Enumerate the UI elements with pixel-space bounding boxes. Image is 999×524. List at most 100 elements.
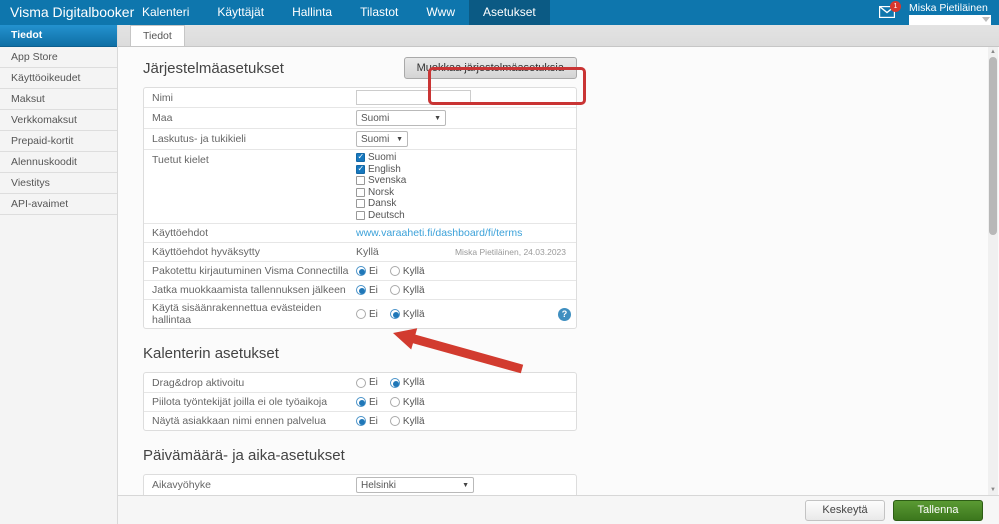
edit-system-settings-button[interactable]: Muokkaa järjestelmäasetuksia bbox=[404, 57, 577, 79]
main-content: Tiedot JärjestelmäasetuksetMuokkaa järje… bbox=[118, 25, 999, 524]
sidebar-item-api-avaimet[interactable]: API-avaimet bbox=[0, 194, 117, 215]
checkbox-icon bbox=[356, 153, 365, 162]
checkbox-dansk[interactable]: Dansk bbox=[356, 198, 406, 210]
select-value: Suomi bbox=[361, 113, 389, 124]
sidebar-item-alennuskoodit[interactable]: Alennuskoodit bbox=[0, 152, 117, 173]
nav-item-tilastot[interactable]: Tilastot bbox=[346, 0, 412, 25]
chevron-down-icon: ▼ bbox=[462, 482, 469, 489]
radio-label: Kyllä bbox=[403, 377, 425, 388]
checkbox-icon bbox=[356, 176, 365, 185]
checkbox-suomi[interactable]: Suomi bbox=[356, 152, 406, 164]
checkbox-deutsch[interactable]: Deutsch bbox=[356, 210, 406, 222]
row-label: Aikavyöhyke bbox=[152, 479, 356, 491]
user-name[interactable]: Miska Pietiläinen bbox=[909, 0, 988, 14]
radio-icon bbox=[390, 266, 400, 276]
radio-option-kyllä[interactable]: Kyllä bbox=[390, 377, 425, 388]
radio-option-kyllä[interactable]: Kyllä bbox=[390, 266, 425, 277]
row-label: Käyttöehdot hyväksytty bbox=[152, 246, 356, 258]
settings-scroll-area: JärjestelmäasetuksetMuokkaa järjestelmäa… bbox=[118, 47, 999, 495]
value-text: Kyllä bbox=[356, 246, 379, 258]
radio-icon bbox=[390, 285, 400, 295]
scroll-up-arrow[interactable]: ▲ bbox=[988, 47, 998, 57]
sidebar-item-prepaid-kortit[interactable]: Prepaid-kortit bbox=[0, 131, 117, 152]
settings-row: Näytä asiakkaan nimi ennen palveluaEiKyl… bbox=[144, 411, 576, 430]
radio-option-ei[interactable]: Ei bbox=[356, 377, 378, 388]
radio-option-kyllä[interactable]: Kyllä bbox=[390, 309, 425, 320]
footer-bar: Keskeytä Tallenna bbox=[118, 495, 999, 524]
tab-strip: Tiedot bbox=[118, 25, 999, 47]
radio-option-ei[interactable]: Ei bbox=[356, 416, 378, 427]
checkbox-label: Dansk bbox=[368, 198, 396, 209]
row-label: Tuetut kielet bbox=[152, 152, 356, 166]
radio-icon bbox=[356, 397, 366, 407]
checkbox-label: Norsk bbox=[368, 187, 394, 198]
checkbox-group: SuomiEnglishSvenskaNorskDanskDeutsch bbox=[356, 152, 406, 221]
settings-group: AikavyöhykeHelsinki▼Päivämäärän muotopp … bbox=[143, 474, 577, 495]
settings-group: NimiMaaSuomi▼Laskutus- ja tukikieliSuomi… bbox=[143, 87, 577, 329]
settings-row: Nimi bbox=[144, 88, 576, 107]
radio-option-kyllä[interactable]: Kyllä bbox=[390, 416, 425, 427]
radio-label: Kyllä bbox=[403, 416, 425, 427]
section-title: Päivämäärä- ja aika-asetukset bbox=[143, 447, 345, 464]
nav-item-hallinta[interactable]: Hallinta bbox=[278, 0, 346, 25]
row-label: Laskutus- ja tukikieli bbox=[152, 133, 356, 145]
cancel-button[interactable]: Keskeytä bbox=[805, 500, 885, 521]
checkbox-norsk[interactable]: Norsk bbox=[356, 187, 406, 199]
settings-row: Drag&drop aktivoituEi Kyllä bbox=[144, 373, 576, 392]
radio-option-ei[interactable]: Ei bbox=[356, 397, 378, 408]
select-aikavy-hyke[interactable]: Helsinki ▼ bbox=[356, 477, 474, 493]
nav-item-kalenteri[interactable]: Kalenteri bbox=[128, 0, 203, 25]
top-navigation-bar: Visma Digitalbooker KalenteriKäyttäjätHa… bbox=[0, 0, 999, 25]
sidebar-item-tiedot[interactable]: Tiedot bbox=[0, 25, 117, 47]
tab-tiedot[interactable]: Tiedot bbox=[130, 25, 185, 46]
sidebar-item-k-ytt-oikeudet[interactable]: Käyttöoikeudet bbox=[0, 68, 117, 89]
radio-label: Kyllä bbox=[403, 285, 425, 296]
nav-item-käyttäjät[interactable]: Käyttäjät bbox=[203, 0, 278, 25]
checkbox-svenska[interactable]: Svenska bbox=[356, 175, 406, 187]
main-nav: KalenteriKäyttäjätHallintaTilastotWwwAse… bbox=[128, 0, 550, 25]
scrollbar-thumb[interactable] bbox=[989, 57, 997, 235]
section-title: Kalenterin asetukset bbox=[143, 345, 279, 362]
checkbox-icon bbox=[356, 199, 365, 208]
sidebar-item-maksut[interactable]: Maksut bbox=[0, 89, 117, 110]
checkbox-label: Svenska bbox=[368, 175, 406, 186]
radio-label: Kyllä bbox=[403, 266, 425, 277]
radio-option-ei[interactable]: Ei bbox=[356, 266, 378, 277]
help-icon[interactable]: ? bbox=[558, 308, 571, 321]
checkbox-label: Suomi bbox=[368, 152, 396, 163]
radio-option-kyllä[interactable]: Kyllä bbox=[390, 397, 425, 408]
chevron-down-icon: ▼ bbox=[396, 136, 403, 143]
nav-item-www[interactable]: Www bbox=[412, 0, 469, 25]
checkbox-label: English bbox=[368, 164, 401, 175]
save-button[interactable]: Tallenna bbox=[893, 500, 983, 521]
sidebar-item-viestitys[interactable]: Viestitys bbox=[0, 173, 117, 194]
radio-option-kyllä[interactable]: Kyllä bbox=[390, 285, 425, 296]
row-label: Drag&drop aktivoitu bbox=[152, 377, 356, 389]
checkbox-english[interactable]: English bbox=[356, 164, 406, 176]
select-laskutus-ja-tukikieli[interactable]: Suomi▼ bbox=[356, 131, 408, 147]
select-value: Helsinki bbox=[361, 480, 396, 491]
radio-label: Ei bbox=[369, 397, 378, 408]
radio-option-ei[interactable]: Ei bbox=[356, 309, 378, 320]
terms-link[interactable]: www.varaaheti.fi/dashboard/fi/terms bbox=[356, 227, 522, 239]
scroll-down-arrow[interactable]: ▼ bbox=[988, 485, 998, 495]
settings-row: Tuetut kieletSuomiEnglishSvenskaNorskDan… bbox=[144, 149, 576, 223]
radio-option-ei[interactable]: Ei bbox=[356, 285, 378, 296]
nav-item-asetukset[interactable]: Asetukset bbox=[469, 0, 550, 25]
mail-button[interactable]: 1 bbox=[879, 5, 895, 23]
radio-label: Kyllä bbox=[403, 309, 425, 320]
app-logo: Visma Digitalbooker bbox=[0, 0, 128, 25]
settings-row: Laskutus- ja tukikieliSuomi▼ bbox=[144, 128, 576, 149]
topbar-right: 1 Miska Pietiläinen bbox=[879, 0, 999, 25]
sidebar-item-verkkomaksut[interactable]: Verkkomaksut bbox=[0, 110, 117, 131]
radio-icon bbox=[356, 285, 366, 295]
radio-icon bbox=[390, 378, 400, 388]
text-input-nimi[interactable] bbox=[356, 90, 471, 105]
section-header: Päivämäärä- ja aika-asetukset bbox=[143, 440, 577, 470]
row-label: Maa bbox=[152, 112, 356, 124]
sidebar-item-app-store[interactable]: App Store bbox=[0, 47, 117, 68]
select-maa[interactable]: Suomi▼ bbox=[356, 110, 446, 126]
row-label: Käytä sisäänrakennettua evästeiden halli… bbox=[152, 302, 356, 326]
vertical-scrollbar[interactable]: ▲▼ bbox=[988, 47, 998, 495]
chevron-down-icon bbox=[982, 17, 990, 22]
